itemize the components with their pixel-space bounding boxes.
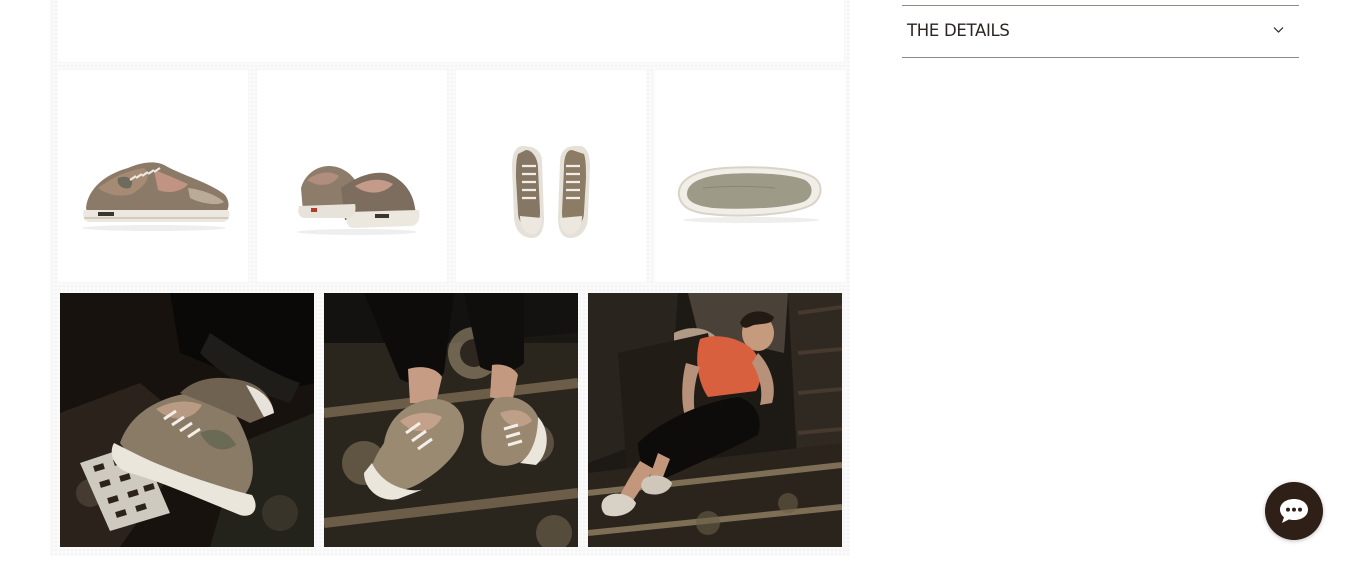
thumbnail-sole-view[interactable] — [655, 70, 845, 282]
lifestyle-image — [588, 293, 842, 547]
product-page: THE DETAILS — [0, 0, 1349, 569]
sneaker-side-image — [82, 162, 230, 231]
sneaker-sole-image — [677, 166, 822, 223]
thumbnail-top-view[interactable] — [456, 70, 646, 282]
chat-bubble-icon — [1280, 499, 1308, 523]
thumbnail-back-view[interactable] — [257, 70, 447, 282]
main-image-frame — [58, 0, 844, 62]
lifestyle-photo-shoes-on-tiles[interactable] — [60, 293, 314, 547]
lifestyle-photo-woman-seated[interactable] — [588, 293, 842, 547]
product-gallery — [50, 0, 850, 556]
lifestyle-photo-shoes-on-rug[interactable] — [324, 293, 578, 547]
chevron-down-icon — [1273, 27, 1284, 33]
lifestyle-image — [60, 293, 314, 547]
chat-button[interactable] — [1265, 482, 1323, 540]
accordion-title: THE DETAILS — [907, 21, 1010, 40]
sneaker-top-image — [512, 146, 590, 238]
thumbnail-side-view[interactable] — [58, 70, 248, 282]
details-accordion[interactable]: THE DETAILS — [902, 5, 1299, 58]
lifestyle-image — [324, 293, 578, 547]
sneaker-back-image — [297, 166, 420, 235]
